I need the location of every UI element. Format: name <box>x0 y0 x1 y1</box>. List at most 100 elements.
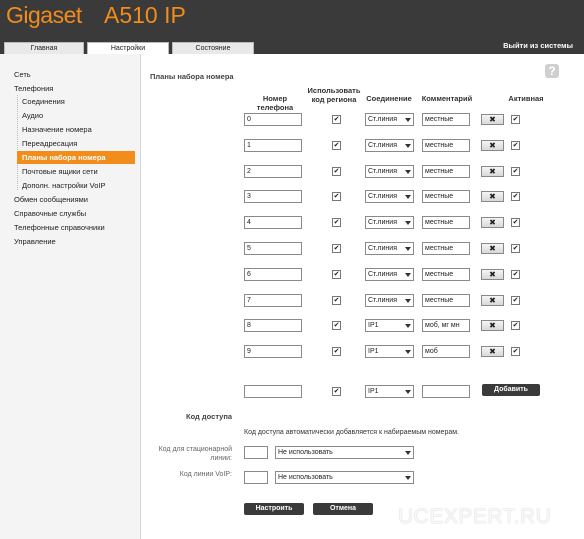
connection-value: Ст.линия <box>368 168 397 175</box>
comment-input[interactable]: местные <box>422 268 470 281</box>
connection-value: IP1 <box>368 322 379 329</box>
voip-line-code-select[interactable]: Не использовать <box>275 471 414 484</box>
connection-select[interactable]: Ст.линия <box>365 113 414 126</box>
active-checkbox[interactable]: ✔ <box>511 321 520 330</box>
connection-select[interactable]: Ст.линия <box>365 216 414 229</box>
region-checkbox[interactable]: ✔ <box>332 244 341 253</box>
fixed-line-code-value: Не использовать <box>278 449 333 456</box>
comment-input[interactable]: местные <box>422 190 470 203</box>
tab-status[interactable]: Состояние <box>172 42 254 54</box>
fixed-line-code-input[interactable] <box>244 446 268 459</box>
delete-row-button[interactable]: ✖ <box>481 320 504 331</box>
delete-row-button[interactable]: ✖ <box>481 243 504 254</box>
brand-logo: Gigaset <box>6 2 82 28</box>
delete-row-button[interactable]: ✖ <box>481 269 504 280</box>
number-input[interactable]: 3 <box>244 190 302 203</box>
region-checkbox[interactable]: ✔ <box>332 270 341 279</box>
connection-select[interactable]: IP1 <box>365 345 414 358</box>
connection-select[interactable]: Ст.линия <box>365 165 414 178</box>
comment-input[interactable]: местные <box>422 165 470 178</box>
sidebar-item-audio[interactable]: Аудио <box>17 109 135 122</box>
connection-select[interactable]: Ст.линия <box>365 139 414 152</box>
sidebar-item-dialing-plans[interactable]: Планы набора номера <box>17 151 135 164</box>
tab-home[interactable]: Главная <box>4 42 84 54</box>
sidebar-item-messaging[interactable]: Обмен сообщениями <box>14 195 88 204</box>
number-input[interactable]: 8 <box>244 319 302 332</box>
connection-select[interactable]: Ст.линия <box>365 190 414 203</box>
new-comment-input[interactable] <box>422 385 470 398</box>
delete-row-button[interactable]: ✖ <box>481 191 504 202</box>
comment-input[interactable]: моб, мг мн <box>422 319 470 332</box>
number-input[interactable]: 4 <box>244 216 302 229</box>
region-checkbox[interactable]: ✔ <box>332 167 341 176</box>
connection-value: Ст.линия <box>368 219 397 226</box>
delete-row-button[interactable]: ✖ <box>481 217 504 228</box>
sidebar-item-connections[interactable]: Соединения <box>17 95 135 108</box>
region-checkbox[interactable]: ✔ <box>332 321 341 330</box>
sidebar-item-network[interactable]: Сеть <box>14 70 31 79</box>
number-input[interactable]: 5 <box>244 242 302 255</box>
logout-link[interactable]: Выйти из системы <box>503 41 573 50</box>
delete-row-button[interactable]: ✖ <box>481 140 504 151</box>
chevron-down-icon <box>405 247 411 251</box>
tab-settings[interactable]: Настройки <box>87 42 169 54</box>
active-checkbox[interactable]: ✔ <box>511 218 520 227</box>
sidebar-item-advanced-voip[interactable]: Дополн. настройки VoIP <box>17 179 135 192</box>
new-connection-value: IP1 <box>368 388 379 395</box>
connection-select[interactable]: IP1 <box>365 319 414 332</box>
delete-row-button[interactable]: ✖ <box>481 346 504 357</box>
comment-input[interactable]: местные <box>422 242 470 255</box>
cancel-button[interactable]: Отмена <box>313 503 373 515</box>
comment-input[interactable]: местные <box>422 139 470 152</box>
number-input[interactable]: 9 <box>244 345 302 358</box>
active-checkbox[interactable]: ✔ <box>511 141 520 150</box>
region-checkbox[interactable]: ✔ <box>332 192 341 201</box>
active-checkbox[interactable]: ✔ <box>511 296 520 305</box>
new-number-input[interactable] <box>244 385 302 398</box>
comment-input[interactable]: местные <box>422 294 470 307</box>
active-checkbox[interactable]: ✔ <box>511 192 520 201</box>
active-checkbox[interactable]: ✔ <box>511 270 520 279</box>
connection-value: Ст.линия <box>368 116 397 123</box>
number-input[interactable]: 6 <box>244 268 302 281</box>
region-checkbox[interactable]: ✔ <box>332 115 341 124</box>
number-input[interactable]: 1 <box>244 139 302 152</box>
add-button[interactable]: Добавить <box>482 384 540 396</box>
comment-input[interactable]: местные <box>422 113 470 126</box>
region-checkbox[interactable]: ✔ <box>332 347 341 356</box>
sidebar-item-forwarding[interactable]: Переадресация <box>17 137 135 150</box>
new-connection-select[interactable]: IP1 <box>365 385 414 398</box>
sidebar-item-network-mailboxes[interactable]: Почтовые ящики сети <box>17 165 135 178</box>
active-checkbox[interactable]: ✔ <box>511 115 520 124</box>
comment-input[interactable]: моб <box>422 345 470 358</box>
sidebar-item-phonebooks[interactable]: Телефонные справочники <box>14 223 105 232</box>
apply-button[interactable]: Настроить <box>244 503 304 515</box>
sidebar-item-management[interactable]: Управление <box>14 237 56 246</box>
connection-value: Ст.линия <box>368 297 397 304</box>
voip-line-code-input[interactable] <box>244 471 268 484</box>
active-checkbox[interactable]: ✔ <box>511 244 520 253</box>
delete-row-button[interactable]: ✖ <box>481 166 504 177</box>
connection-select[interactable]: Ст.линия <box>365 242 414 255</box>
fixed-line-code-select[interactable]: Не использовать <box>275 446 414 459</box>
delete-row-button[interactable]: ✖ <box>481 295 504 306</box>
sidebar-item-info-services[interactable]: Справочные службы <box>14 209 86 218</box>
number-input[interactable]: 0 <box>244 113 302 126</box>
help-icon[interactable]: ? <box>545 64 559 78</box>
comment-input[interactable]: местные <box>422 216 470 229</box>
active-checkbox[interactable]: ✔ <box>511 347 520 356</box>
chevron-down-icon <box>405 451 411 455</box>
sidebar-item-telephony[interactable]: Телефония <box>14 84 53 93</box>
number-input[interactable]: 2 <box>244 165 302 178</box>
region-checkbox[interactable]: ✔ <box>332 296 341 305</box>
delete-row-button[interactable]: ✖ <box>481 114 504 125</box>
sidebar: Сеть Телефония Соединения Аудио Назначен… <box>0 54 141 539</box>
connection-select[interactable]: Ст.линия <box>365 294 414 307</box>
active-checkbox[interactable]: ✔ <box>511 167 520 176</box>
new-region-checkbox[interactable]: ✔ <box>332 387 341 396</box>
region-checkbox[interactable]: ✔ <box>332 141 341 150</box>
number-input[interactable]: 7 <box>244 294 302 307</box>
connection-select[interactable]: Ст.линия <box>365 268 414 281</box>
region-checkbox[interactable]: ✔ <box>332 218 341 227</box>
sidebar-item-number-assignment[interactable]: Назначение номера <box>17 123 135 136</box>
